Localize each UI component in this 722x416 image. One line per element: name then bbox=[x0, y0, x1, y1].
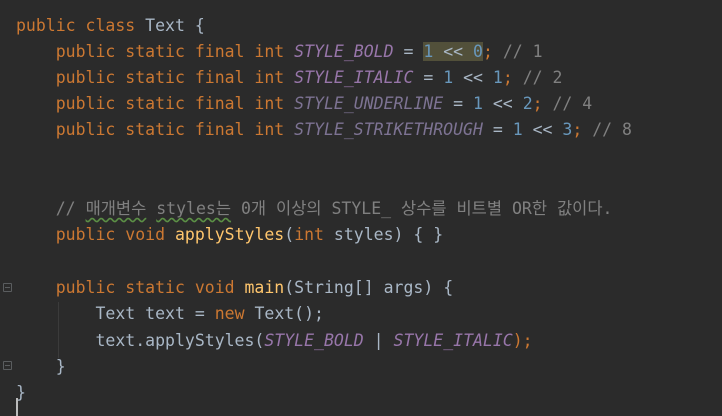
method-apply-styles: applyStyles bbox=[174, 225, 285, 244]
operator: << bbox=[453, 68, 493, 87]
keyword: public class bbox=[16, 16, 136, 35]
code-editor[interactable]: public class Text { public static final … bbox=[0, 0, 722, 416]
operator: | bbox=[363, 331, 394, 350]
comment-space bbox=[146, 199, 156, 218]
closing-brace: } bbox=[55, 357, 66, 376]
code-line-11: public static void main(String[] args) { bbox=[16, 275, 453, 301]
code-line-5: public static final int STYLE_STRIKETHRO… bbox=[16, 117, 632, 143]
comment-word: styles는 bbox=[156, 199, 232, 218]
keyword: int bbox=[294, 225, 324, 244]
method-signature: (String[] args) { bbox=[284, 278, 454, 297]
selection-highlight: 1 << 0 bbox=[423, 42, 483, 61]
number: 1 bbox=[492, 68, 503, 87]
editor-gutter bbox=[0, 0, 14, 416]
semicolon: ; bbox=[482, 42, 493, 61]
constant-style-bold: STYLE_BOLD bbox=[264, 331, 364, 350]
number: 0 bbox=[473, 42, 483, 61]
keyword: public void bbox=[55, 225, 166, 244]
call-end: ); bbox=[512, 331, 533, 350]
operator: = bbox=[393, 42, 424, 61]
keyword: public static void bbox=[55, 278, 235, 297]
modifiers: public static final int bbox=[55, 42, 285, 61]
parameter: styles bbox=[324, 225, 394, 244]
number: 1 bbox=[443, 68, 454, 87]
number: 1 bbox=[473, 94, 483, 113]
number: 1 bbox=[423, 42, 434, 61]
code-line-13: text.applyStyles(STYLE_BOLD | STYLE_ITAL… bbox=[16, 328, 533, 354]
class-name: Text { bbox=[135, 16, 205, 35]
code-line-1: public class Text { bbox=[16, 13, 205, 39]
operator: << bbox=[482, 94, 523, 113]
method-body: ) { } bbox=[393, 225, 444, 244]
method-call: text.applyStyles( bbox=[95, 331, 265, 350]
code-line-2: public static final int STYLE_BOLD = 1 <… bbox=[16, 39, 543, 65]
code-line-4: public static final int STYLE_UNDERLINE … bbox=[16, 91, 592, 117]
number: 2 bbox=[522, 94, 533, 113]
paren: ( bbox=[284, 225, 295, 244]
semicolon: ; bbox=[532, 94, 543, 113]
number: 1 bbox=[512, 120, 523, 139]
operator: << bbox=[522, 120, 563, 139]
text-caret bbox=[16, 398, 18, 416]
keyword: new bbox=[214, 304, 245, 323]
code-line-3: public static final int STYLE_ITALIC = 1… bbox=[16, 65, 563, 91]
constant-style-bold: STYLE_BOLD bbox=[294, 42, 394, 61]
operator: << bbox=[433, 42, 474, 61]
comment: // 2 bbox=[512, 68, 563, 87]
constant-style-underline: STYLE_UNDERLINE bbox=[294, 94, 444, 113]
semicolon: ; bbox=[572, 120, 583, 139]
fold-marker-icon[interactable] bbox=[3, 361, 12, 370]
modifiers: public static final int bbox=[55, 94, 285, 113]
constant-style-italic: STYLE_ITALIC bbox=[294, 68, 414, 87]
code-line-9: public void applyStyles(int styles) { } bbox=[16, 222, 443, 248]
code-line-12: Text text = new Text(); bbox=[16, 301, 324, 327]
modifiers: public static final int bbox=[55, 120, 285, 139]
comment-rest: 0개 이상의 STYLE_ 상수를 비트별 OR한 값이다. bbox=[231, 199, 613, 218]
declaration: Text text = bbox=[95, 304, 215, 323]
comment-prefix: // bbox=[55, 199, 86, 218]
operator: = bbox=[443, 94, 473, 113]
constant-style-strikethrough: STYLE_STRIKETHROUGH bbox=[294, 120, 483, 139]
modifiers: public static final int bbox=[55, 68, 285, 87]
code-line-8: // 매개변수 styles는 0개 이상의 STYLE_ 상수를 비트별 OR… bbox=[16, 196, 613, 222]
semicolon: ; bbox=[502, 68, 513, 87]
constructor-call: Text(); bbox=[244, 304, 324, 323]
comment-word: 매개변수 bbox=[85, 199, 147, 218]
code-line-14: } bbox=[16, 354, 66, 380]
constant-style-italic: STYLE_ITALIC bbox=[393, 331, 513, 350]
comment: // 8 bbox=[582, 120, 632, 139]
operator: = bbox=[482, 120, 513, 139]
method-main: main bbox=[244, 278, 285, 297]
comment: // 4 bbox=[542, 94, 593, 113]
number: 3 bbox=[562, 120, 573, 139]
fold-marker-icon[interactable] bbox=[3, 283, 12, 292]
comment: // 매개변수 styles는 0개 이상의 STYLE_ 상수를 비트별 OR… bbox=[56, 199, 613, 218]
operator: = bbox=[413, 68, 444, 87]
comment: // 1 bbox=[492, 42, 543, 61]
